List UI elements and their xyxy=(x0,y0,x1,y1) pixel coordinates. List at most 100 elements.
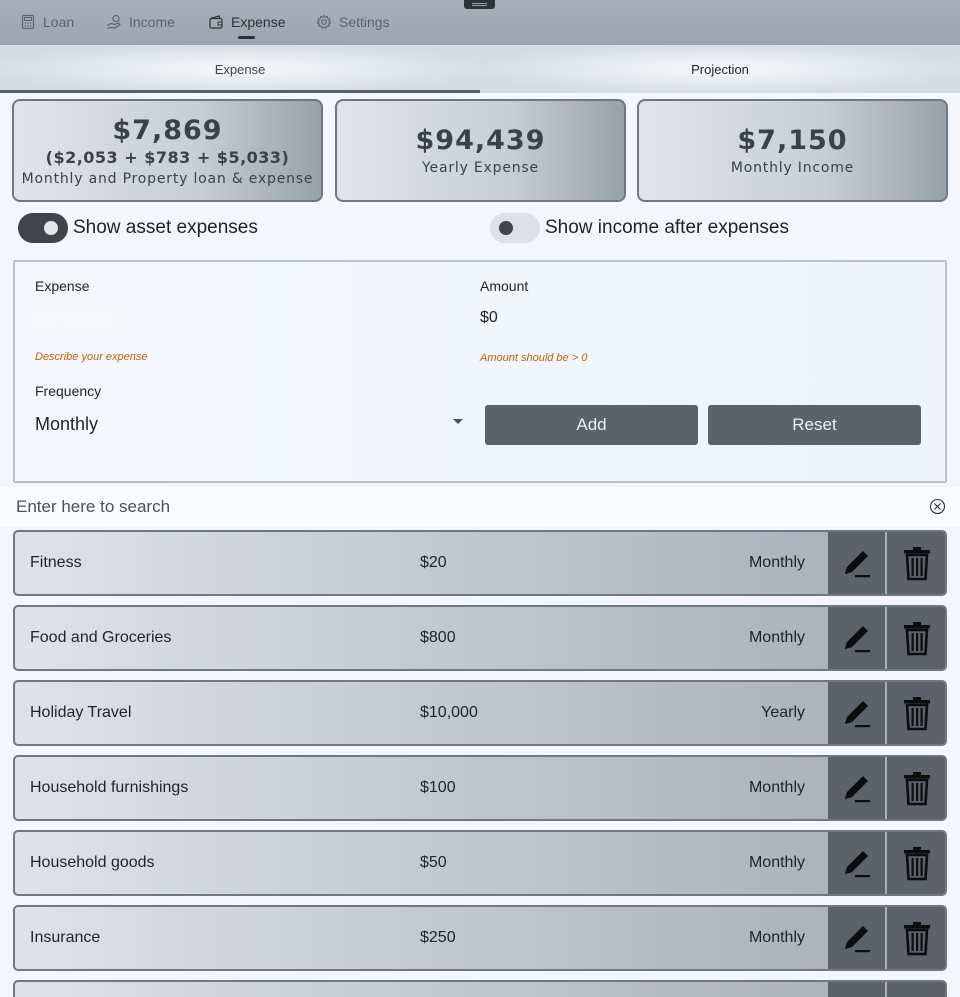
expense-row[interactable]: Fitness $20 Monthly xyxy=(13,530,947,596)
edit-button[interactable] xyxy=(828,682,885,744)
gear-icon xyxy=(316,14,332,29)
expense-amount: $20 xyxy=(420,554,447,571)
expense-name: Fitness xyxy=(30,554,82,571)
expense-row[interactable]: Household goods $50 Monthly xyxy=(13,830,947,896)
chevron-down-icon xyxy=(453,419,463,424)
expense-amount: $250 xyxy=(420,929,456,946)
monthly-breakdown: ($2,053 + $783 + $5,033) xyxy=(45,147,290,167)
subtab-projection-label: Projection xyxy=(691,61,749,77)
hand-coin-icon xyxy=(107,14,121,30)
calculator-icon xyxy=(21,14,35,30)
trash-icon xyxy=(904,622,930,656)
expense-name: Household furnishings xyxy=(30,779,189,796)
amount-field-hint: Amount should be > 0 xyxy=(480,352,588,364)
edit-icon xyxy=(844,776,870,803)
expense-name: Insurance xyxy=(30,929,101,946)
delete-button[interactable] xyxy=(887,982,945,997)
expense-field-input[interactable]: Bill - Sample xyxy=(35,309,114,325)
expense-amount: $100 xyxy=(420,779,456,796)
active-tab-indicator xyxy=(238,36,255,39)
reset-button[interactable]: Reset xyxy=(708,405,921,445)
trash-icon xyxy=(904,847,930,881)
edit-icon xyxy=(844,851,870,878)
expense-frequency: Monthly xyxy=(748,629,805,646)
subtab-projection[interactable]: Projection xyxy=(480,45,960,93)
delete-button[interactable] xyxy=(887,532,945,594)
delete-button[interactable] xyxy=(887,682,945,744)
amount-field-input[interactable]: $0 xyxy=(480,309,498,327)
edit-button[interactable] xyxy=(828,532,885,594)
expense-amount: $10,000 xyxy=(420,704,478,721)
expense-form: Expense Bill - Sample Describe your expe… xyxy=(13,260,947,483)
drag-handle[interactable] xyxy=(464,0,495,9)
search-input[interactable] xyxy=(16,496,896,518)
edit-icon xyxy=(844,926,870,953)
trash-icon xyxy=(904,697,930,731)
edit-button[interactable] xyxy=(828,982,885,997)
yearly-expense-card: $94,439 Yearly Expense xyxy=(335,99,626,202)
sub-tabs: Expense Projection xyxy=(0,45,960,93)
frequency-field-label: Frequency xyxy=(35,383,102,399)
edit-button[interactable] xyxy=(828,832,885,894)
add-button[interactable]: Add xyxy=(485,405,698,445)
trash-icon xyxy=(904,772,930,806)
monthly-income-card: $7,150 Monthly Income xyxy=(637,99,948,202)
edit-button[interactable] xyxy=(828,907,885,969)
income-total: $7,150 xyxy=(737,125,848,156)
expense-row[interactable]: Holiday Travel $10,000 Yearly xyxy=(13,680,947,746)
expense-row[interactable] xyxy=(13,980,947,997)
income-after-expenses-toggle-row: Show income after expenses xyxy=(490,213,789,243)
subtab-expense-label: Expense xyxy=(214,61,266,77)
expense-row[interactable]: Food and Groceries $800 Monthly xyxy=(13,605,947,671)
tab-settings-label: Settings xyxy=(339,14,390,30)
frequency-select[interactable]: Monthly xyxy=(35,410,465,438)
asset-expenses-toggle-row: Show asset expenses xyxy=(18,213,258,243)
expense-frequency: Monthly xyxy=(748,554,805,571)
expense-amount: $800 xyxy=(420,629,456,646)
monthly-expense-card: $7,869 ($2,053 + $783 + $5,033) Monthly … xyxy=(12,99,323,202)
delete-button[interactable] xyxy=(887,607,945,669)
trash-icon xyxy=(904,547,930,581)
expense-name: Food and Groceries xyxy=(30,629,172,646)
edit-button[interactable] xyxy=(828,607,885,669)
top-nav: Loan Income Expense Settings xyxy=(0,0,960,45)
income-caption: Monthly Income xyxy=(730,160,855,176)
income-after-expenses-toggle[interactable] xyxy=(490,213,540,243)
clear-search-icon[interactable] xyxy=(929,498,946,515)
expense-name: Holiday Travel xyxy=(30,704,132,721)
tab-income[interactable]: Income xyxy=(106,11,175,33)
tab-expense[interactable]: Expense xyxy=(208,11,285,33)
subtab-expense[interactable]: Expense xyxy=(0,45,480,93)
yearly-total: $94,439 xyxy=(415,125,546,156)
monthly-caption: Monthly and Property loan & expense xyxy=(21,170,314,187)
tab-loan-label: Loan xyxy=(43,14,75,30)
edit-icon xyxy=(844,551,870,578)
expense-frequency: Monthly xyxy=(748,854,805,871)
edit-icon xyxy=(844,701,870,728)
income-after-expenses-label: Show income after expenses xyxy=(545,217,789,238)
edit-icon xyxy=(844,626,870,653)
expense-row[interactable]: Insurance $250 Monthly xyxy=(13,905,947,971)
expense-name: Household goods xyxy=(30,854,155,871)
amount-field-label: Amount xyxy=(480,278,529,294)
tab-loan[interactable]: Loan xyxy=(20,11,74,33)
expense-frequency: Monthly xyxy=(748,779,805,796)
subtab-indicator xyxy=(0,90,480,93)
expense-frequency: Yearly xyxy=(761,704,805,721)
delete-button[interactable] xyxy=(887,907,945,969)
expense-frequency: Monthly xyxy=(748,929,805,946)
asset-expenses-toggle[interactable] xyxy=(18,213,68,243)
expense-field-label: Expense xyxy=(35,278,90,294)
tab-income-label: Income xyxy=(129,14,175,30)
expense-amount: $50 xyxy=(420,854,447,871)
tab-expense-label: Expense xyxy=(231,14,286,30)
yearly-caption: Yearly Expense xyxy=(422,160,539,176)
delete-button[interactable] xyxy=(887,832,945,894)
tab-settings[interactable]: Settings xyxy=(316,11,390,33)
delete-button[interactable] xyxy=(887,757,945,819)
asset-expenses-label: Show asset expenses xyxy=(73,217,258,238)
edit-button[interactable] xyxy=(828,757,885,819)
expense-field-hint: Describe your expense xyxy=(35,351,148,363)
expense-row[interactable]: Household furnishings $100 Monthly xyxy=(13,755,947,821)
trash-icon xyxy=(904,922,930,956)
